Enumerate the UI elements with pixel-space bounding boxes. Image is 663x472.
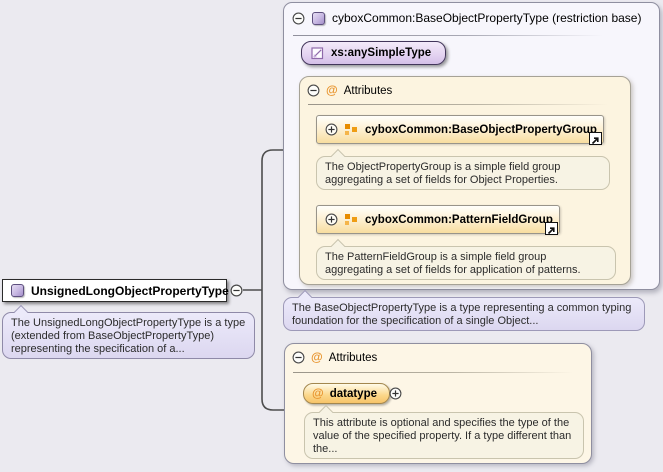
expand-icon[interactable] — [389, 387, 402, 400]
attribute-group-tooltip: The PatternFieldGroup is a simple field … — [316, 246, 616, 280]
tooltip-text: The PatternFieldGroup is a simple field … — [325, 251, 581, 276]
attributes-header: @ Attributes — [307, 84, 392, 97]
separator — [293, 372, 573, 373]
inherited-type-label: xs:anySimpleType — [331, 47, 431, 59]
expand-icon[interactable] — [325, 213, 338, 226]
collapse-icon[interactable] — [230, 284, 243, 297]
base-type-box: cyboxCommon:BaseObjectPropertyType (rest… — [283, 2, 660, 290]
attribute-group-name: cyboxCommon:BaseObjectPropertyGroup — [365, 124, 597, 136]
tooltip-text: The BaseObjectPropertyType is a type rep… — [292, 302, 631, 327]
tooltip-text: The UnsignedLongObjectPropertyType is a … — [11, 317, 245, 355]
collapse-icon[interactable] — [307, 84, 320, 97]
attribute-group-row[interactable]: cyboxCommon:PatternFieldGroup — [316, 205, 560, 234]
attributes-header: @ Attributes — [292, 351, 377, 364]
complex-type-icon — [312, 12, 325, 25]
own-attributes-box: @ Attributes @ datatype This attribute i… — [284, 343, 592, 464]
attribute-tooltip: This attribute is optional and specifies… — [304, 412, 584, 459]
main-type-title: UnsignedLongObjectPropertyType — [31, 284, 229, 298]
attribute-group-icon — [345, 123, 358, 136]
inherited-type-badge[interactable]: xs:anySimpleType — [301, 41, 446, 65]
attribute-at-icon: @ — [311, 351, 323, 364]
schema-diagram: cyboxCommon:BaseObjectPropertyType (rest… — [0, 0, 663, 472]
attribute-at-icon: @ — [312, 387, 324, 400]
attribute-datatype[interactable]: @ datatype — [303, 383, 390, 404]
attribute-at-icon: @ — [326, 84, 338, 97]
separator — [293, 35, 603, 36]
attribute-group-tooltip: The ObjectPropertyGroup is a simple fiel… — [316, 156, 610, 190]
attributes-label: Attributes — [329, 352, 378, 364]
attribute-name: datatype — [330, 388, 377, 400]
tooltip-text: This attribute is optional and specifies… — [313, 417, 571, 455]
main-type-tooltip: The UnsignedLongObjectPropertyType is a … — [2, 312, 255, 359]
base-type-header: cyboxCommon:BaseObjectPropertyType (rest… — [292, 11, 641, 25]
complex-type-icon — [11, 284, 24, 297]
attribute-group-row[interactable]: cyboxCommon:BaseObjectPropertyGroup — [316, 115, 604, 144]
base-attributes-section: @ Attributes cyboxCommon:BaseObjectPrope… — [299, 76, 631, 285]
base-type-tooltip: The BaseObjectPropertyType is a type rep… — [283, 297, 645, 331]
attribute-group-icon — [345, 213, 358, 226]
expand-icon[interactable] — [325, 123, 338, 136]
goto-definition-icon[interactable] — [589, 132, 602, 145]
main-type-box[interactable]: UnsignedLongObjectPropertyType — [2, 279, 227, 302]
attributes-label: Attributes — [344, 85, 393, 97]
base-type-title: cyboxCommon:BaseObjectPropertyType (rest… — [332, 11, 641, 25]
goto-definition-icon[interactable] — [545, 222, 558, 235]
collapse-icon[interactable] — [292, 12, 305, 25]
simple-type-icon — [311, 47, 324, 60]
collapse-icon[interactable] — [292, 351, 305, 364]
attribute-group-name: cyboxCommon:PatternFieldGroup — [365, 214, 553, 226]
separator — [308, 104, 608, 105]
tooltip-text: The ObjectPropertyGroup is a simple fiel… — [325, 161, 560, 186]
